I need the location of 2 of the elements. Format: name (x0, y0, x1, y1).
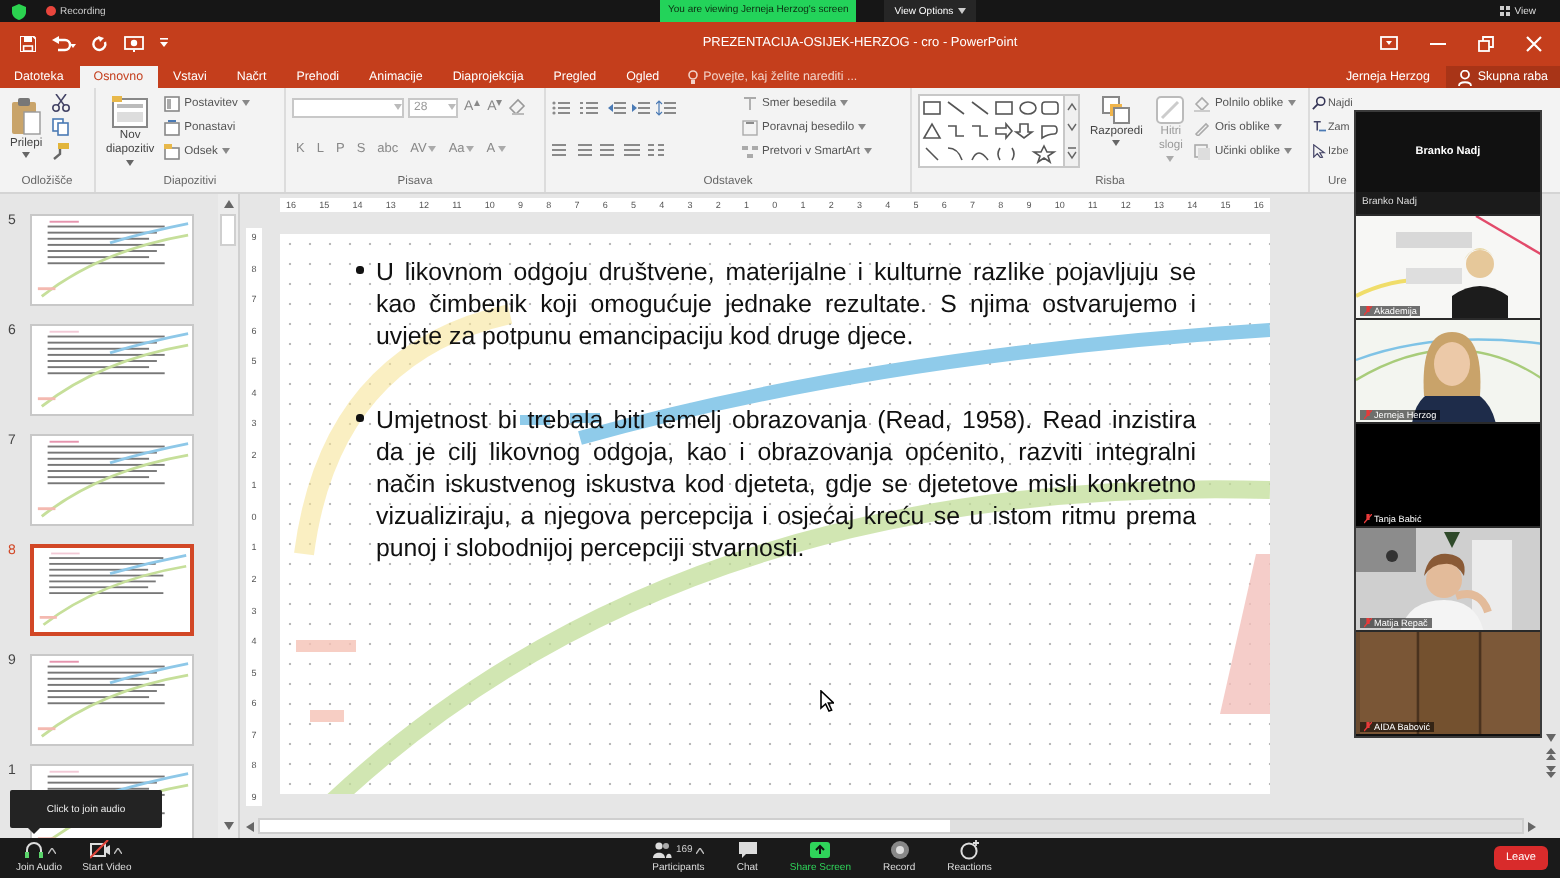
bullet-text: Umjetnost bi trebala biti temelj obrazovanja (Read, 1958). Read inzistira da je cilj likovnog odgoja, kao i obrazovanja općenito, razviti integralni način iskustvenog iskustva kod djeteta, gdje se djetetove misli konkretno vizualiziraju, a njegova percepcija i osjećaj kreću se u istom ritmu prema punoj i slobodnijoj percepciji stvarnosti. (376, 404, 1196, 564)
bullet-text: U likovnom odgoju društvene, materijalne i kulturne razlike pojavljuju se kao čimbenik koji omogućuje jednake rezultate. S njima ostvarujemo i uvjete za potpunu emancipaciju kod druge djece. (376, 256, 1196, 352)
